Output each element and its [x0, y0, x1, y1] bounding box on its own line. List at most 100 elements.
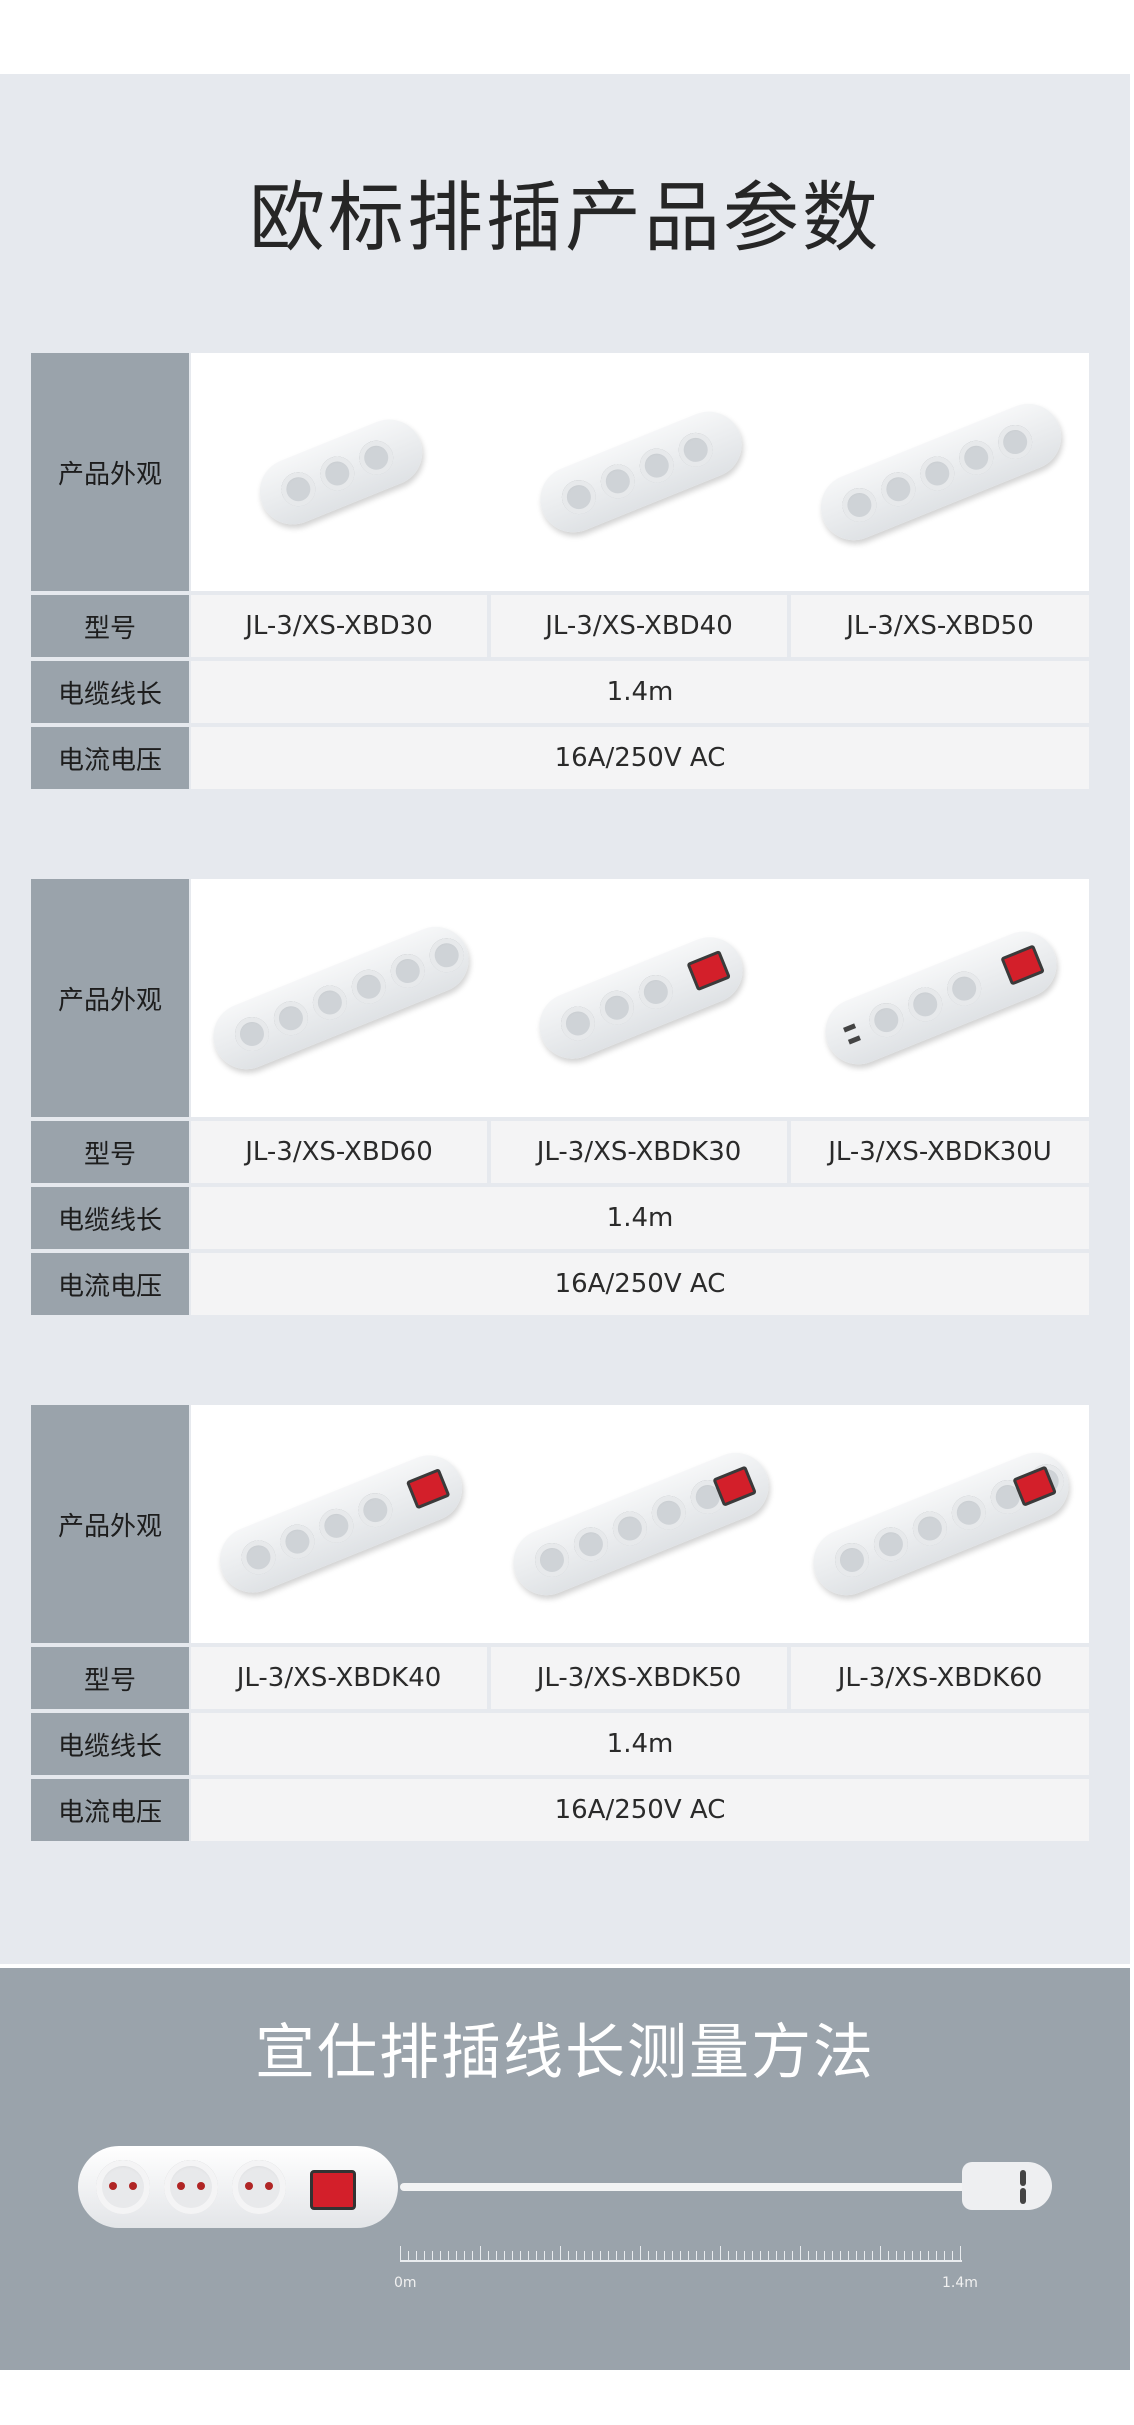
- ruler-tick: [736, 2251, 737, 2260]
- ruler-tick: [680, 2251, 681, 2260]
- ruler-tick: [904, 2251, 905, 2260]
- ruler-tick: [504, 2251, 505, 2260]
- spec-table-2: 产品外观 型号 电缆线长 电流电压 JL-3/XS-XBD60 JL-3/XS-…: [31, 879, 1089, 1319]
- ruler-tick: [824, 2251, 825, 2260]
- model-cell: JL-3/XS-XBDK30U: [791, 1121, 1089, 1183]
- ruler-tick: [640, 2246, 641, 2261]
- ruler-tick: [696, 2251, 697, 2260]
- ruler-tick: [728, 2251, 729, 2260]
- power-strip-image: [815, 921, 1067, 1075]
- power-strip-image: [529, 927, 753, 1069]
- current-voltage-label: 电流电压: [31, 727, 189, 789]
- model-cell: JL-3/XS-XBDK40: [191, 1647, 487, 1709]
- ruler-tick: [568, 2251, 569, 2260]
- ruler-tick: [920, 2251, 921, 2260]
- ruler-tick: [864, 2251, 865, 2260]
- ruler-tick: [936, 2251, 937, 2260]
- power-strip-image: [530, 401, 752, 543]
- cable-length-value: 1.4m: [191, 661, 1089, 723]
- ruler-tick: [592, 2251, 593, 2260]
- ruler-tick: [792, 2251, 793, 2260]
- model-cell: JL-3/XS-XBD60: [191, 1121, 487, 1183]
- ruler-tick: [648, 2251, 649, 2260]
- power-strip-image: [249, 409, 433, 535]
- ruler-tick: [528, 2251, 529, 2260]
- model-cell: JL-3/XS-XBDK60: [791, 1647, 1089, 1709]
- ruler-tick: [584, 2251, 585, 2260]
- ruler-tick: [424, 2251, 425, 2260]
- model-label: 型号: [31, 595, 189, 657]
- cable-length-value: 1.4m: [191, 1713, 1089, 1775]
- ruler-tick: [600, 2251, 601, 2260]
- current-voltage-label: 电流电压: [31, 1253, 189, 1315]
- ruler-tick: [496, 2251, 497, 2260]
- ruler-tick: [928, 2251, 929, 2260]
- ruler-tick: [632, 2251, 633, 2260]
- ruler-tick: [616, 2251, 617, 2260]
- measurement-title: 宣仕排插线长测量方法: [255, 2018, 875, 2088]
- model-label: 型号: [31, 1647, 189, 1709]
- ruler-tick: [400, 2246, 401, 2261]
- ruler-tick: [960, 2246, 961, 2261]
- socket-icon: [164, 2160, 218, 2214]
- ruler-tick: [552, 2251, 553, 2260]
- power-switch-icon: [310, 2170, 356, 2210]
- ruler-tick: [664, 2251, 665, 2260]
- ruler-tick: [560, 2246, 561, 2261]
- power-strip-image: [209, 1445, 473, 1603]
- cable-length-label: 电缆线长: [31, 1713, 189, 1775]
- ruler-tick: [912, 2251, 913, 2260]
- ruler-tick: [416, 2251, 417, 2260]
- ruler-tick: [464, 2251, 465, 2260]
- ruler-tick: [440, 2251, 441, 2260]
- ruler-tick: [744, 2251, 745, 2260]
- spec-table-3: 产品外观 型号 电缆线长 电流电压 JL-3/XS-XBDK40 JL-3/XS…: [31, 1405, 1089, 1845]
- power-strip-image: [803, 1442, 1079, 1606]
- ruler-tick: [520, 2251, 521, 2260]
- ruler-tick: [752, 2251, 753, 2260]
- model-cell: JL-3/XS-XBDK30: [491, 1121, 787, 1183]
- appearance-label: 产品外观: [31, 353, 189, 591]
- product-images-row: [191, 353, 1089, 591]
- current-voltage-value: 16A/250V AC: [191, 1779, 1089, 1841]
- current-voltage-label: 电流电压: [31, 1779, 189, 1841]
- model-cell: JL-3/XS-XBD50: [791, 595, 1089, 657]
- ruler-tick: [848, 2251, 849, 2260]
- ruler-tick: [624, 2251, 625, 2260]
- ruler-tick: [608, 2251, 609, 2260]
- page-title: 欧标排插产品参数: [249, 173, 881, 262]
- ruler-tick: [768, 2251, 769, 2260]
- ruler-tick: [800, 2246, 801, 2261]
- socket-icon: [232, 2160, 286, 2214]
- ruler-tick: [952, 2251, 953, 2260]
- ruler-tick: [688, 2251, 689, 2260]
- ruler-tick: [896, 2251, 897, 2260]
- ruler-tick: [776, 2251, 777, 2260]
- ruler-tick: [576, 2251, 577, 2260]
- ruler-tick: [816, 2251, 817, 2260]
- ruler-tick: [456, 2251, 457, 2260]
- ruler-tick: [480, 2246, 481, 2261]
- ruler-tick: [544, 2251, 545, 2260]
- cable-length-label: 电缆线长: [31, 661, 189, 723]
- ruler-tick: [944, 2251, 945, 2260]
- socket-icon: [96, 2160, 150, 2214]
- ruler-tick: [512, 2251, 513, 2260]
- ruler-tick: [856, 2251, 857, 2260]
- current-voltage-value: 16A/250V AC: [191, 727, 1089, 789]
- model-cell: JL-3/XS-XBD40: [491, 595, 787, 657]
- ruler-tick: [672, 2251, 673, 2260]
- ruler-tick: [720, 2246, 721, 2261]
- ruler-tick: [808, 2251, 809, 2260]
- measurement-power-strip: [78, 2146, 398, 2228]
- cable-length-value: 1.4m: [191, 1187, 1089, 1249]
- ruler-tick: [832, 2251, 833, 2260]
- ruler-tick: [872, 2251, 873, 2260]
- appearance-label: 产品外观: [31, 879, 189, 1117]
- model-cell: JL-3/XS-XBD30: [191, 595, 487, 657]
- ruler-tick: [432, 2251, 433, 2260]
- ruler-end-label: 1.4m: [942, 2275, 978, 2291]
- cable-length-label: 电缆线长: [31, 1187, 189, 1249]
- ruler-tick: [472, 2251, 473, 2260]
- model-cell: JL-3/XS-XBDK50: [491, 1647, 787, 1709]
